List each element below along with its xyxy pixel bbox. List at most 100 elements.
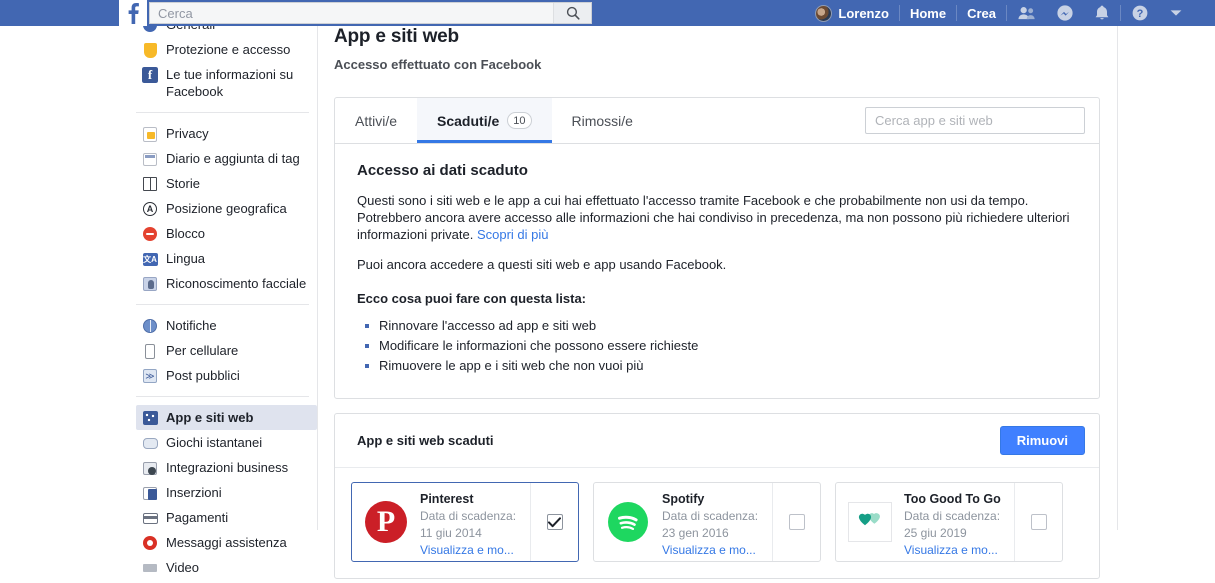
- facebook-icon: f: [142, 67, 158, 83]
- sidebar-item-storie[interactable]: Storie: [136, 171, 317, 196]
- avatar: [815, 4, 833, 22]
- sidebar-item-label: Messaggi assistenza: [166, 535, 287, 550]
- nav-create-label: Crea: [967, 5, 996, 21]
- page-body: Generali Protezione e accesso f Le tue i…: [0, 17, 1215, 579]
- app-thumbnail: [594, 483, 662, 561]
- tab-label: Attivi/e: [355, 112, 398, 129]
- sidebar-item-label: Per cellulare: [166, 343, 239, 358]
- sidebar-item-label: Diario e aggiunta di tag: [166, 151, 300, 166]
- payments-icon: [142, 510, 158, 526]
- app-checkbox[interactable]: [788, 514, 805, 530]
- remove-button[interactable]: Rimuovi: [999, 426, 1085, 455]
- stories-book-icon: [142, 176, 158, 192]
- account-menu-button[interactable]: [1159, 0, 1193, 26]
- rss-icon: ≫: [142, 368, 158, 384]
- app-card-too-good-to-go[interactable]: Too Good To Go Data di scadenza: 25 giu …: [835, 482, 1063, 562]
- list-lead-text: Ecco cosa puoi fare con questa lista:: [357, 291, 587, 306]
- search-button[interactable]: [553, 3, 591, 23]
- notifications-button[interactable]: [1084, 0, 1120, 26]
- app-card-spotify[interactable]: Spotify Data di scadenza: 23 gen 2016 Vi…: [593, 482, 821, 562]
- app-view-link[interactable]: Visualizza e mo...: [904, 543, 1010, 558]
- search-icon: [566, 6, 580, 20]
- app-thumbnail: P: [352, 483, 420, 561]
- secondary-paragraph: Puoi ancora accedere a questi siti web e…: [357, 257, 727, 272]
- sidebar-item-lingua[interactable]: 文A Lingua: [136, 246, 317, 271]
- description-paragraph: Questi sono i siti web e le app a cui ha…: [357, 192, 1077, 243]
- sidebar-item-video[interactable]: Video: [136, 555, 317, 580]
- app-expiry-date: 25 giu 2019: [904, 526, 967, 540]
- app-info: Pinterest Data di scadenza: 11 giu 2014 …: [420, 483, 530, 561]
- messenger-button[interactable]: [1046, 0, 1084, 26]
- messenger-icon: [1057, 5, 1073, 21]
- app-card-pinterest[interactable]: P Pinterest Data di scadenza: 11 giu 201…: [351, 482, 579, 562]
- sidebar-item-messaggi-assistenza[interactable]: Messaggi assistenza: [136, 530, 317, 555]
- tab-rimossi[interactable]: Rimossi/e: [552, 98, 653, 143]
- app-view-link[interactable]: Visualizza e mo...: [420, 543, 526, 558]
- nav-home-label: Home: [909, 5, 947, 21]
- learn-more-link[interactable]: Scopri di più: [477, 227, 549, 242]
- facebook-f-glyph: [128, 3, 139, 24]
- app-checkbox-cell: [772, 483, 820, 561]
- sidebar-item-label: Inserzioni: [166, 485, 222, 500]
- facebook-logo[interactable]: [119, 0, 147, 26]
- sidebar-item-le-tue-informazioni[interactable]: f Le tue informazioni su Facebook: [136, 62, 317, 104]
- app-checkbox[interactable]: [546, 514, 563, 530]
- sidebar-item-label: Storie: [166, 176, 200, 191]
- app-expiry-label: Data di scadenza:: [420, 509, 517, 523]
- sidebar-item-label: Protezione e accesso: [166, 42, 291, 57]
- location-icon: A: [142, 201, 158, 217]
- app-expiry-label: Data di scadenza:: [904, 509, 1001, 523]
- search-input[interactable]: [150, 3, 553, 23]
- sidebar-item-blocco[interactable]: Blocco: [136, 221, 317, 246]
- tab-scaduti[interactable]: Scaduti/e 10: [417, 98, 552, 143]
- tab-label: Scaduti/e: [437, 112, 500, 129]
- timeline-icon: [142, 151, 158, 167]
- nav-home[interactable]: Home: [900, 0, 956, 26]
- list-item: Rimuovere le app e i siti web che non vu…: [357, 356, 1077, 376]
- tgtg-hearts-glyph: [858, 513, 880, 526]
- sidebar-item-protezione-e-accesso[interactable]: Protezione e accesso: [136, 37, 317, 62]
- friend-requests-button[interactable]: [1007, 0, 1046, 26]
- tab-attivi[interactable]: Attivi/e: [335, 98, 417, 143]
- app-checkbox[interactable]: [1030, 514, 1047, 530]
- sidebar-item-privacy[interactable]: Privacy: [136, 121, 317, 146]
- sidebar-item-post-pubblici[interactable]: ≫ Post pubblici: [136, 363, 317, 388]
- block-icon: [142, 226, 158, 242]
- sidebar-divider: [136, 396, 309, 397]
- help-button[interactable]: ?: [1121, 0, 1159, 26]
- app-name: Pinterest: [420, 492, 474, 506]
- sidebar-item-integrazioni-business[interactable]: Integrazioni business: [136, 455, 317, 480]
- sidebar-item-label: Blocco: [166, 226, 206, 241]
- sidebar-item-giochi-istantanei[interactable]: Giochi istantanei: [136, 430, 317, 455]
- globe-icon: [142, 318, 158, 334]
- video-icon: [142, 560, 158, 576]
- app-view-link[interactable]: Visualizza e mo...: [662, 543, 768, 558]
- apps-grid: P Pinterest Data di scadenza: 11 giu 201…: [335, 468, 1099, 578]
- sidebar-item-label: Giochi istantanei: [166, 435, 263, 450]
- friends-icon: [1018, 7, 1035, 20]
- app-thumbnail: [836, 483, 904, 561]
- sidebar-item-label: Lingua: [166, 251, 206, 266]
- sidebar-item-per-cellulare[interactable]: Per cellulare: [136, 338, 317, 363]
- nav-create[interactable]: Crea: [957, 0, 1006, 26]
- page-subtitle: Accesso effettuato con Facebook: [334, 57, 542, 72]
- global-search-box[interactable]: [149, 2, 592, 24]
- sidebar-item-riconoscimento-facciale[interactable]: Riconoscimento facciale: [136, 271, 317, 296]
- app-info: Spotify Data di scadenza: 23 gen 2016 Vi…: [662, 483, 772, 561]
- bell-icon: [1095, 5, 1109, 20]
- sidebar-item-diario-e-tag[interactable]: Diario e aggiunta di tag: [136, 146, 317, 171]
- sidebar-item-pagamenti[interactable]: Pagamenti: [136, 505, 317, 530]
- sidebar-item-posizione-geografica[interactable]: A Posizione geografica: [136, 196, 317, 221]
- sidebar-item-label: Pagamenti: [166, 510, 229, 525]
- sidebar-group-privacy: Privacy Diario e aggiunta di tag Storie …: [136, 118, 317, 299]
- sidebar-item-inserzioni[interactable]: Inserzioni: [136, 480, 317, 505]
- mobile-icon: [142, 343, 158, 359]
- app-checkbox-cell: [1014, 483, 1062, 561]
- nav-profile[interactable]: Lorenzo: [805, 0, 899, 26]
- apps-search-box[interactable]: [865, 107, 1085, 134]
- list-item: Modificare le informazioni che possono e…: [357, 336, 1077, 356]
- sidebar-item-app-e-siti-web[interactable]: App e siti web: [136, 405, 317, 430]
- apps-search-input[interactable]: [866, 108, 1084, 133]
- sidebar-item-notifiche[interactable]: Notifiche: [136, 313, 317, 338]
- sidebar-item-label: App e siti web: [166, 410, 254, 425]
